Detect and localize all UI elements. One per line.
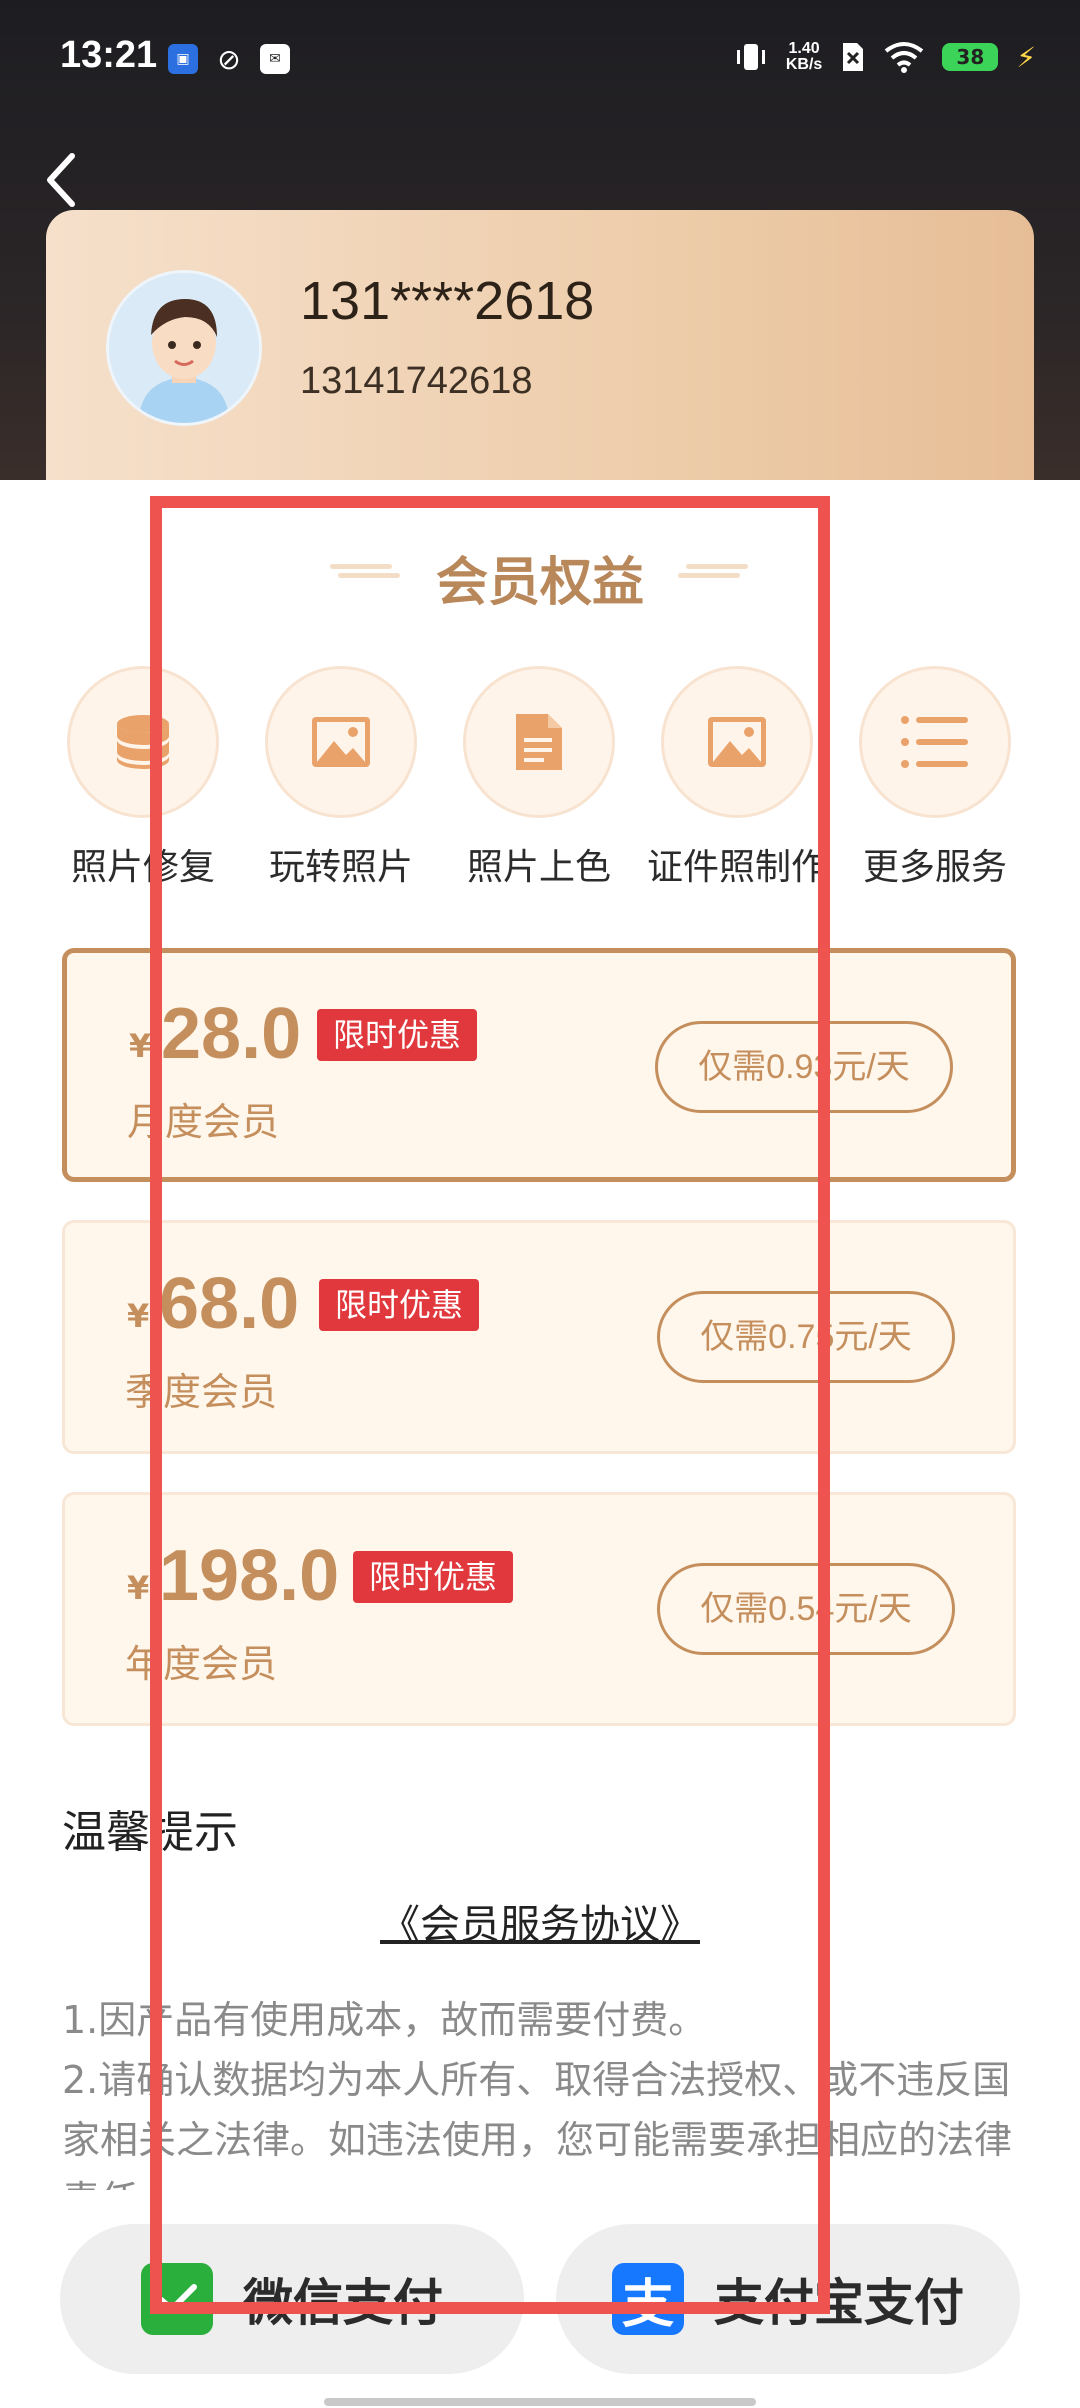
wifi-icon: [885, 42, 924, 73]
plan-price: 198.0: [159, 1536, 340, 1616]
plan-name: 年度会员: [125, 1642, 278, 1686]
tips-line-1: 1.因产品有使用成本，故而需要付费。: [62, 1998, 707, 2042]
speed-unit: KB/s: [785, 56, 823, 73]
wechat-pay-label: 微信支付: [243, 2274, 443, 2332]
home-indicator[interactable]: [324, 2398, 756, 2406]
benefit-label: 证件照制作: [646, 847, 827, 888]
daily-price-pill: 仅需0.75元/天: [657, 1291, 955, 1383]
alipay-icon: 支: [612, 2263, 684, 2335]
document-icon: [516, 714, 562, 770]
benefit-fun-photo[interactable]: 玩转照片: [246, 666, 436, 890]
status-time: 13:21: [60, 34, 158, 76]
wechat-pay-button[interactable]: 微信支付: [60, 2224, 524, 2374]
avatar[interactable]: [106, 270, 262, 426]
speed-value: 1.40: [788, 40, 820, 57]
currency-symbol: ¥: [127, 1297, 150, 1335]
wechat-pay-icon: [141, 2263, 213, 2335]
benefit-label: 玩转照片: [268, 847, 413, 888]
username: 131****2618: [300, 271, 595, 331]
benefit-more-services[interactable]: 更多服务: [840, 666, 1030, 890]
plan-monthly[interactable]: ¥ 28.0 限时优惠 月度会员 仅需0.93元/天: [62, 948, 1016, 1182]
currency-symbol: ¥: [127, 1569, 150, 1607]
plan-quarterly[interactable]: ¥ 68.0 限时优惠 季度会员 仅需0.75元/天: [62, 1220, 1016, 1454]
no-sim-icon: [843, 43, 864, 71]
plan-yearly[interactable]: ¥ 198.0 限时优惠 年度会员 仅需0.54元/天: [62, 1492, 1016, 1726]
daily-price-pill: 仅需0.54元/天: [657, 1563, 955, 1655]
sync-notification-icon: ⊘: [217, 42, 241, 76]
alipay-label: 支付宝支付: [714, 2274, 964, 2332]
database-icon: [117, 715, 169, 769]
title-decoration-right: [678, 564, 748, 578]
battery-indicator: 38: [942, 43, 999, 71]
user-phone: 13141742618: [300, 360, 533, 402]
alipay-button[interactable]: 支 支付宝支付: [556, 2224, 1020, 2374]
profile-card: 131****2618 13141742618: [46, 210, 1034, 510]
benefit-icon-circle: [463, 666, 615, 818]
membership-agreement-link[interactable]: 《会员服务协议》: [0, 1892, 1080, 1950]
benefit-icon-circle: [661, 666, 813, 818]
benefit-id-photo[interactable]: 证件照制作: [642, 666, 832, 890]
promo-badge: 限时优惠: [317, 1009, 478, 1061]
tips-line-2: 2.请确认数据均为本人所有、取得合法授权、或不违反国家相关之法律。如违法使用，您…: [62, 2058, 1012, 2190]
avatar-illustration: [109, 273, 259, 423]
payment-bar: 微信支付 支 支付宝支付: [0, 2224, 1080, 2374]
benefit-colorize[interactable]: 照片上色: [444, 666, 634, 890]
promo-badge: 限时优惠: [353, 1551, 514, 1603]
daily-price-pill: 仅需0.93元/天: [655, 1021, 953, 1113]
image-icon: [312, 717, 370, 767]
benefits-title: 会员权益: [435, 553, 644, 613]
charging-icon: ⚡: [1016, 40, 1036, 74]
tips-text: 1.因产品有使用成本，故而需要付费。 2.请确认数据均为本人所有、取得合法授权、…: [62, 1990, 1012, 2190]
benefit-icon-circle: [859, 666, 1011, 818]
benefit-icon-circle: [265, 666, 417, 818]
plan-name: 月度会员: [127, 1100, 280, 1144]
app-notification-icon: ▣: [168, 44, 198, 74]
benefit-label: 更多服务: [862, 847, 1007, 888]
status-right: 1.40 KB/s 38 ⚡: [734, 40, 1036, 74]
vibrate-icon: [736, 44, 765, 70]
network-speed: 1.40 KB/s: [786, 41, 822, 73]
benefit-icon-circle: [67, 666, 219, 818]
image-icon: [708, 717, 766, 767]
notification-icons: ▣ ⊘ ✉: [168, 42, 290, 76]
mail-notification-icon: ✉: [260, 44, 290, 74]
list-icon: [901, 716, 968, 768]
back-arrow-icon[interactable]: [38, 150, 88, 210]
plan-price: 68.0: [159, 1264, 300, 1344]
status-bar: 13:21 ▣ ⊘ ✉ 1.40 KB/s 38 ⚡: [0, 0, 1080, 110]
promo-badge: 限时优惠: [319, 1279, 480, 1331]
plan-name: 季度会员: [125, 1370, 278, 1414]
benefit-label: 照片修复: [70, 847, 215, 888]
tips-title: 温馨提示: [62, 1807, 238, 1858]
currency-symbol: ¥: [129, 1027, 152, 1065]
benefit-photo-repair[interactable]: 照片修复: [48, 666, 238, 890]
wechat-check-icon: [157, 2284, 197, 2314]
benefit-label: 照片上色: [466, 847, 611, 888]
plan-price: 28.0: [161, 994, 302, 1074]
